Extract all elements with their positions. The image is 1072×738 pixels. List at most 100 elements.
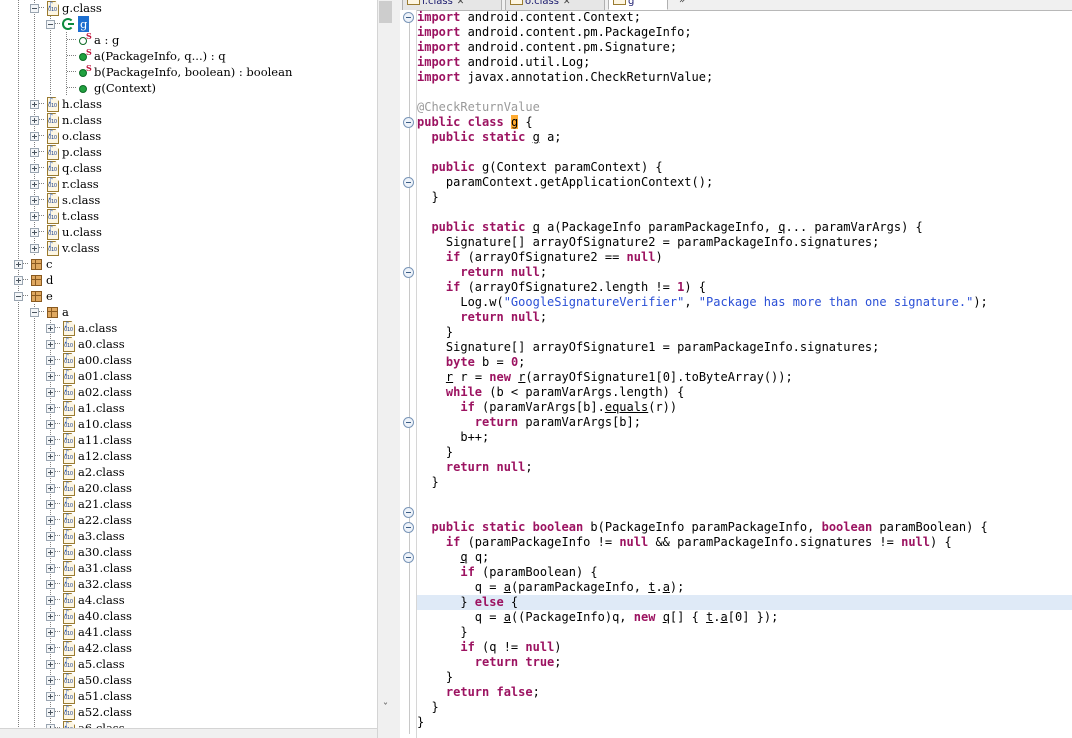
tree-node[interactable]: g <box>0 16 376 32</box>
tree-node[interactable]: ♪p.class <box>0 144 376 160</box>
expand-node-icon[interactable] <box>46 324 55 333</box>
tree-node[interactable]: ♪a4.class <box>0 592 376 608</box>
expand-node-icon[interactable] <box>46 644 55 653</box>
editor-tab-g[interactable]: 010g <box>608 0 668 10</box>
tree-node[interactable]: ♪a32.class <box>0 576 376 592</box>
tree-node[interactable]: ♪a50.class <box>0 672 376 688</box>
tree-vertical-scrollbar[interactable]: ˇ <box>377 0 393 738</box>
expand-node-icon[interactable] <box>46 356 55 365</box>
tree-node[interactable]: ♪a52.class <box>0 704 376 720</box>
tree-node[interactable]: ♪a31.class <box>0 560 376 576</box>
tree-node[interactable]: ♪a40.class <box>0 608 376 624</box>
package-tree[interactable]: ♪g.classgSa : gSa(PackageInfo, q...) : q… <box>0 0 376 730</box>
tree-node[interactable]: ♪g.class <box>0 0 376 16</box>
collapse-node-icon[interactable] <box>14 292 23 301</box>
code-fold-toggle-icon[interactable] <box>403 177 414 188</box>
tree-node[interactable]: Sb(PackageInfo, boolean) : boolean <box>0 64 376 80</box>
tree-node[interactable]: ♪a01.class <box>0 368 376 384</box>
expand-node-icon[interactable] <box>14 260 23 269</box>
tree-node[interactable]: ♪a42.class <box>0 640 376 656</box>
tree-node[interactable]: ♪s.class <box>0 192 376 208</box>
code-fold-toggle-icon[interactable] <box>403 522 414 533</box>
tree-node[interactable]: ♪v.class <box>0 240 376 256</box>
tree-node[interactable]: c <box>0 256 376 272</box>
tree-node[interactable]: ♪q.class <box>0 160 376 176</box>
tree-node[interactable]: ♪a3.class <box>0 528 376 544</box>
expand-node-icon[interactable] <box>46 404 55 413</box>
code-fold-toggle-icon[interactable] <box>403 507 414 518</box>
code-fold-toggle-icon[interactable] <box>403 267 414 278</box>
tree-node[interactable]: g(Context) <box>0 80 376 96</box>
expand-node-icon[interactable] <box>46 388 55 397</box>
expand-node-icon[interactable] <box>46 532 55 541</box>
expand-node-icon[interactable] <box>46 692 55 701</box>
editor-tab-f-class[interactable]: 010f.class ✕ <box>402 0 502 10</box>
expand-node-icon[interactable] <box>30 148 39 157</box>
expand-node-icon[interactable] <box>46 500 55 509</box>
tree-node[interactable]: ♪a21.class <box>0 496 376 512</box>
expand-node-icon[interactable] <box>30 244 39 253</box>
tree-node[interactable]: ♪a30.class <box>0 544 376 560</box>
tree-node[interactable]: ♪a10.class <box>0 416 376 432</box>
expand-node-icon[interactable] <box>46 548 55 557</box>
expand-node-icon[interactable] <box>30 132 39 141</box>
expand-node-icon[interactable] <box>46 484 55 493</box>
scroll-down-chevron-icon[interactable]: ˇ <box>378 700 393 716</box>
tree-horizontal-scrollbar[interactable] <box>0 728 377 738</box>
tree-node[interactable]: ♪a02.class <box>0 384 376 400</box>
code-fold-toggle-icon[interactable] <box>403 117 414 128</box>
fold-gutter[interactable] <box>400 10 417 738</box>
expand-node-icon[interactable] <box>30 116 39 125</box>
code-fold-toggle-icon[interactable] <box>403 552 414 563</box>
expand-node-icon[interactable] <box>46 420 55 429</box>
expand-node-icon[interactable] <box>30 212 39 221</box>
expand-node-icon[interactable] <box>46 564 55 573</box>
tab-close-icon[interactable]: ✕ <box>563 0 571 10</box>
tree-node[interactable]: ♪a.class <box>0 320 376 336</box>
code-fold-toggle-icon[interactable] <box>403 12 414 23</box>
expand-node-icon[interactable] <box>30 164 39 173</box>
expand-node-icon[interactable] <box>46 340 55 349</box>
tree-node[interactable]: ♪a41.class <box>0 624 376 640</box>
tree-node[interactable]: ♪a22.class <box>0 512 376 528</box>
expand-node-icon[interactable] <box>46 372 55 381</box>
collapse-node-icon[interactable] <box>30 308 39 317</box>
expand-node-icon[interactable] <box>46 452 55 461</box>
tree-node[interactable]: a <box>0 304 376 320</box>
expand-node-icon[interactable] <box>30 180 39 189</box>
collapse-node-icon[interactable] <box>46 20 55 29</box>
pane-splitter[interactable] <box>392 0 400 738</box>
tree-node[interactable]: ♪a20.class <box>0 480 376 496</box>
expand-node-icon[interactable] <box>30 228 39 237</box>
tree-node[interactable]: ♪u.class <box>0 224 376 240</box>
expand-node-icon[interactable] <box>30 196 39 205</box>
tree-node[interactable]: ♪o.class <box>0 128 376 144</box>
tree-node[interactable]: ♪a1.class <box>0 400 376 416</box>
tree-node[interactable]: ♪a12.class <box>0 448 376 464</box>
tree-node[interactable]: ♪a11.class <box>0 432 376 448</box>
expand-node-icon[interactable] <box>14 276 23 285</box>
tree-node[interactable]: e <box>0 288 376 304</box>
source-code-view[interactable]: import android.content.Context; import an… <box>417 10 1072 738</box>
tree-node[interactable]: ♪n.class <box>0 112 376 128</box>
expand-node-icon[interactable] <box>46 676 55 685</box>
tree-node[interactable]: ♪r.class <box>0 176 376 192</box>
expand-node-icon[interactable] <box>46 436 55 445</box>
collapse-node-icon[interactable] <box>30 4 39 13</box>
tree-node[interactable]: ♪a0.class <box>0 336 376 352</box>
expand-node-icon[interactable] <box>46 708 55 717</box>
tree-node[interactable]: ♪a2.class <box>0 464 376 480</box>
expand-node-icon[interactable] <box>46 580 55 589</box>
expand-node-icon[interactable] <box>46 612 55 621</box>
editor-tab-o-class[interactable]: 010o.class ✕ <box>505 0 605 10</box>
tree-node[interactable]: ♪h.class <box>0 96 376 112</box>
code-fold-toggle-icon[interactable] <box>403 417 414 428</box>
tree-node[interactable]: ♪a00.class <box>0 352 376 368</box>
tree-node[interactable]: d <box>0 272 376 288</box>
expand-node-icon[interactable] <box>46 660 55 669</box>
tree-node[interactable]: Sa(PackageInfo, q...) : q <box>0 48 376 64</box>
tab-overflow-icon[interactable]: » <box>675 0 697 10</box>
tree-node[interactable]: ♪a5.class <box>0 656 376 672</box>
expand-node-icon[interactable] <box>46 596 55 605</box>
tree-node[interactable]: ♪a51.class <box>0 688 376 704</box>
